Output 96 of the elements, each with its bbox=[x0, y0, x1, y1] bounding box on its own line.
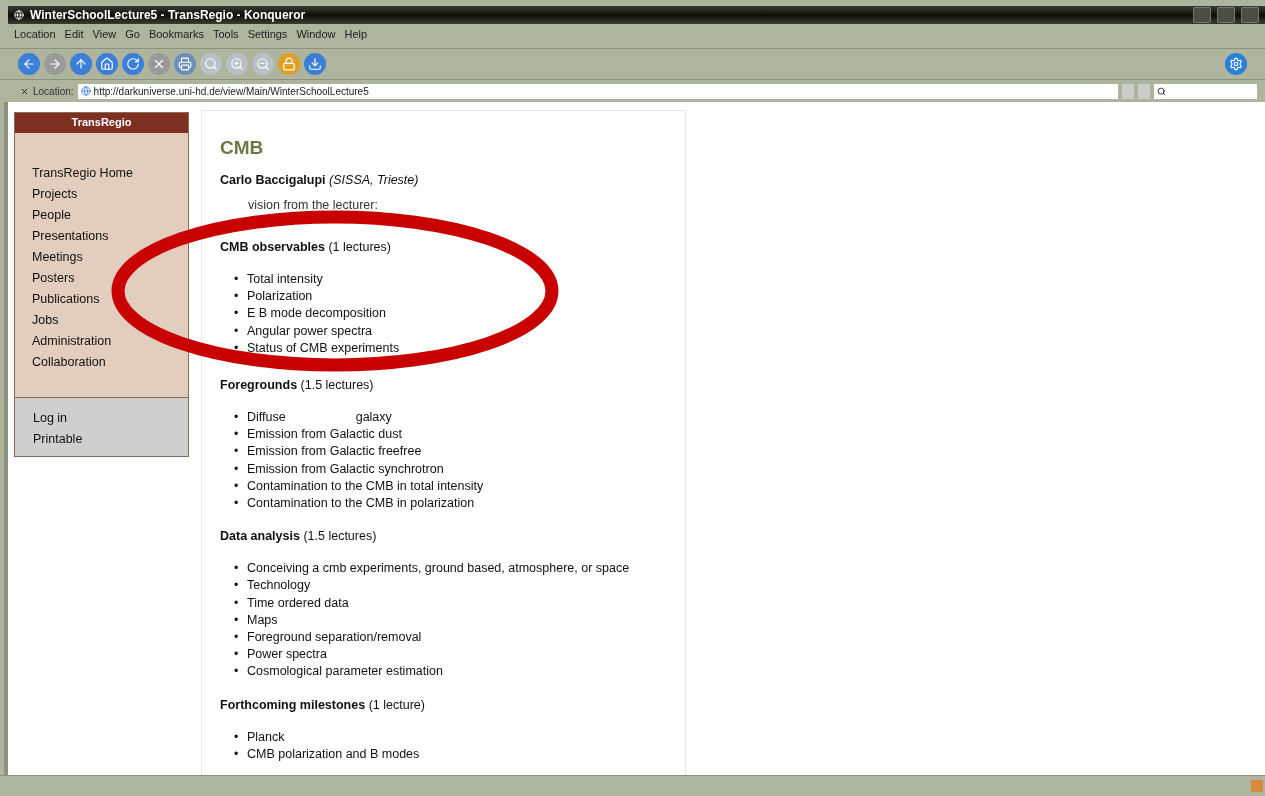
up-icon[interactable] bbox=[70, 53, 92, 75]
section-title: Data analysis bbox=[220, 529, 300, 544]
list-item: Contamination to the CMB in total intensity bbox=[247, 477, 484, 495]
list-item: Power spectra bbox=[247, 646, 327, 664]
menu-item[interactable]: Tools bbox=[212, 28, 239, 44]
list-item: Time ordered data bbox=[247, 594, 349, 612]
sidebar-link[interactable]: Administration bbox=[32, 331, 188, 352]
list-item: Total intensity bbox=[247, 271, 323, 288]
bullet: • bbox=[234, 663, 240, 681]
reload-icon[interactable] bbox=[122, 53, 144, 75]
menu-item[interactable]: Location bbox=[14, 28, 56, 44]
bullet: • bbox=[234, 443, 240, 461]
bullet: • bbox=[234, 594, 240, 612]
home-icon[interactable] bbox=[96, 53, 118, 75]
sidebar-link[interactable]: Presentations bbox=[32, 226, 188, 247]
list-item: Contamination to the CMB in polarization bbox=[247, 495, 475, 513]
list-item: Angular power spectra bbox=[247, 322, 373, 340]
lecture-note: vision from the lecturer: bbox=[248, 198, 378, 212]
menu-item[interactable]: Bookmarks bbox=[148, 28, 204, 44]
sidebar-link[interactable]: Meetings bbox=[32, 247, 188, 268]
section-title: Forthcoming milestones bbox=[220, 697, 366, 712]
search-icon bbox=[1157, 86, 1166, 96]
page-heading: CMB bbox=[220, 137, 265, 159]
bullet: • bbox=[234, 339, 240, 357]
bullet: • bbox=[234, 728, 240, 746]
bullet: • bbox=[234, 577, 240, 595]
list-item: Status of CMB experiments bbox=[247, 339, 400, 357]
bullet: • bbox=[234, 495, 240, 513]
bullet: • bbox=[234, 305, 240, 323]
menu-item[interactable]: View bbox=[92, 28, 117, 44]
sidebar-link[interactable]: Collaboration bbox=[32, 352, 188, 373]
download-icon[interactable] bbox=[304, 53, 326, 75]
zoom-in-icon[interactable] bbox=[226, 53, 248, 75]
menu-item[interactable]: Edit bbox=[64, 28, 84, 44]
list-item: Emission from Galactic dust bbox=[247, 426, 402, 444]
window-title: WinterSchoolLecture5 - TransRegio - Konqueror bbox=[30, 8, 307, 22]
print-icon[interactable] bbox=[174, 53, 196, 75]
bullet: • bbox=[234, 477, 240, 495]
find-icon[interactable] bbox=[200, 53, 222, 75]
list-item: E B mode decomposition bbox=[247, 305, 386, 323]
list-item: galaxy bbox=[355, 409, 392, 426]
list-item: Polarization bbox=[247, 288, 313, 306]
section-extent: (1.5 lectures) bbox=[300, 378, 374, 392]
clear-icon[interactable] bbox=[20, 86, 29, 96]
zoom-out-icon[interactable] bbox=[252, 53, 274, 75]
sidebar-title: TransRegio bbox=[15, 113, 188, 133]
menu-item[interactable]: Help bbox=[344, 28, 368, 44]
app-icon bbox=[14, 10, 24, 20]
list-item: Maps bbox=[247, 611, 278, 629]
sidebar-link[interactable]: Jobs bbox=[32, 310, 188, 331]
bullet: • bbox=[234, 409, 240, 426]
sidebar-link[interactable]: Publications bbox=[32, 289, 188, 310]
stop-icon[interactable] bbox=[148, 53, 170, 75]
sidebar-link[interactable]: Projects bbox=[32, 184, 188, 205]
list-item: Emission from Galactic freefree bbox=[247, 443, 422, 461]
list-item: Emission from Galactic synchrotron bbox=[247, 460, 444, 478]
bullet: • bbox=[234, 426, 240, 444]
list-item: Technology bbox=[247, 577, 311, 595]
list-item: CMB polarization and B modes bbox=[247, 745, 420, 763]
list-item: Planck bbox=[247, 728, 285, 746]
location-field[interactable]: http://darkuniverse.uni-hd.de/view/Main/WinterSchoolLecture5 bbox=[77, 83, 1118, 99]
sidebar-link[interactable]: People bbox=[32, 205, 188, 226]
bullet: • bbox=[234, 560, 240, 578]
section-extent: (1 lecture) bbox=[368, 697, 425, 712]
search-field[interactable] bbox=[1154, 83, 1257, 99]
sidebar-link[interactable]: TransRegio Home bbox=[32, 163, 188, 184]
bullet: • bbox=[234, 629, 240, 647]
location-label: Location: bbox=[33, 85, 74, 97]
section-extent: (1.5 lectures) bbox=[303, 529, 377, 544]
back-icon[interactable] bbox=[18, 53, 40, 75]
sidebar-link[interactable]: Posters bbox=[32, 268, 188, 289]
list-item: Foreground separation/removal bbox=[247, 629, 422, 647]
section-title: CMB observables bbox=[220, 240, 325, 254]
globe-icon bbox=[80, 86, 91, 96]
sidebar-link[interactable]: Printable bbox=[33, 429, 188, 450]
list-item: Cosmological parameter estimation bbox=[247, 663, 443, 681]
bullet: • bbox=[234, 745, 240, 763]
menu-item[interactable]: Settings bbox=[247, 28, 288, 44]
bullet: • bbox=[234, 271, 240, 288]
sidebar-link[interactable]: Log in bbox=[33, 408, 188, 429]
list-item: Conceiving a cmb experiments, ground based, atmosphere, or space bbox=[247, 560, 630, 578]
menu-item[interactable]: Go bbox=[125, 28, 140, 44]
menu-item[interactable]: Window bbox=[296, 28, 336, 44]
list-item: Diffuse bbox=[247, 409, 286, 426]
bullet: • bbox=[234, 611, 240, 629]
gear-icon[interactable] bbox=[1225, 53, 1247, 75]
author-affiliation: (SISSA, Trieste) bbox=[329, 173, 419, 187]
bullet: • bbox=[234, 288, 240, 306]
section-extent: (1 lectures) bbox=[328, 240, 391, 254]
bullet: • bbox=[234, 646, 240, 664]
section-title: Foregrounds bbox=[220, 378, 298, 392]
bullet: • bbox=[234, 460, 240, 478]
bullet: • bbox=[234, 322, 240, 340]
lock-icon[interactable] bbox=[278, 53, 300, 75]
author-name: Carlo Baccigalupi bbox=[220, 173, 326, 187]
forward-icon[interactable] bbox=[44, 53, 66, 75]
